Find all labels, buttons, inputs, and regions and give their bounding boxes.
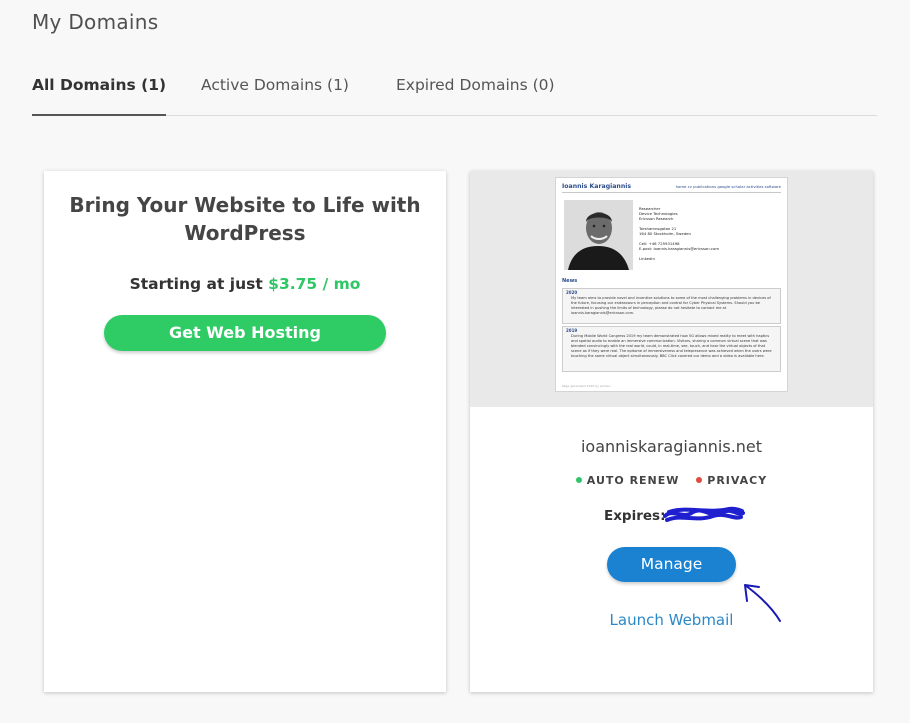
profile-photo: [564, 200, 633, 270]
news-item: 2019 During Mobile World Congress 2019 m…: [562, 326, 781, 372]
expires-label: Expires:: [604, 508, 666, 524]
news-year: 2019: [566, 328, 578, 333]
news-year: 2020: [566, 290, 578, 295]
domain-badges: AUTO RENEW PRIVACY: [470, 474, 873, 487]
price-amount: $3.75 / mo: [268, 275, 361, 293]
status-dot-icon: [696, 477, 703, 483]
site-divider: [562, 192, 781, 193]
tab-all-domains[interactable]: All Domains (1): [32, 76, 167, 116]
domain-card: Ioannis Karagiannis home cv publications…: [470, 171, 873, 692]
auto-renew-badge: AUTO RENEW: [575, 474, 680, 487]
get-web-hosting-button[interactable]: Get Web Hosting: [104, 315, 386, 351]
promo-price: Starting at just $3.75 / mo: [44, 275, 446, 293]
auto-renew-label: AUTO RENEW: [586, 474, 680, 487]
manage-button[interactable]: Manage: [607, 547, 736, 582]
launch-webmail-link[interactable]: Launch Webmail: [470, 611, 873, 629]
site-contact-info: Researcher Device Technologies Ericsson …: [639, 206, 720, 261]
website-preview[interactable]: Ioannis Karagiannis home cv publications…: [470, 171, 873, 407]
domain-tabs: All Domains (1) Active Domains (1) Expir…: [32, 76, 877, 116]
tab-expired-domains[interactable]: Expired Domains (0): [396, 76, 555, 116]
privacy-badge: PRIVACY: [696, 474, 767, 487]
privacy-label: PRIVACY: [707, 474, 768, 487]
news-text: During Mobile World Congress 2019 my tea…: [571, 334, 772, 358]
website-thumbnail: Ioannis Karagiannis home cv publications…: [555, 177, 788, 392]
tab-active-domains[interactable]: Active Domains (1): [201, 76, 349, 116]
site-nav: home cv publications google scholar acti…: [675, 184, 781, 189]
page-title: My Domains: [32, 10, 159, 34]
wordpress-promo-card: Bring Your Website to Life with WordPres…: [44, 171, 446, 692]
site-footer: Page generated 2020 by jemdoc.: [562, 384, 612, 388]
promo-heading: Bring Your Website to Life with WordPres…: [69, 193, 421, 245]
site-news-heading: News: [562, 278, 578, 284]
status-dot-icon: [575, 477, 582, 483]
news-item: 2020 My team aims to provide novel and i…: [562, 288, 781, 324]
site-name: Ioannis Karagiannis: [562, 183, 632, 190]
redacted-expiry-scribble: [663, 506, 745, 522]
domain-name: ioanniskaragiannis.net: [580, 437, 763, 456]
news-text: My team aims to provide novel and invent…: [571, 296, 771, 315]
price-prefix: Starting at just: [129, 275, 263, 293]
